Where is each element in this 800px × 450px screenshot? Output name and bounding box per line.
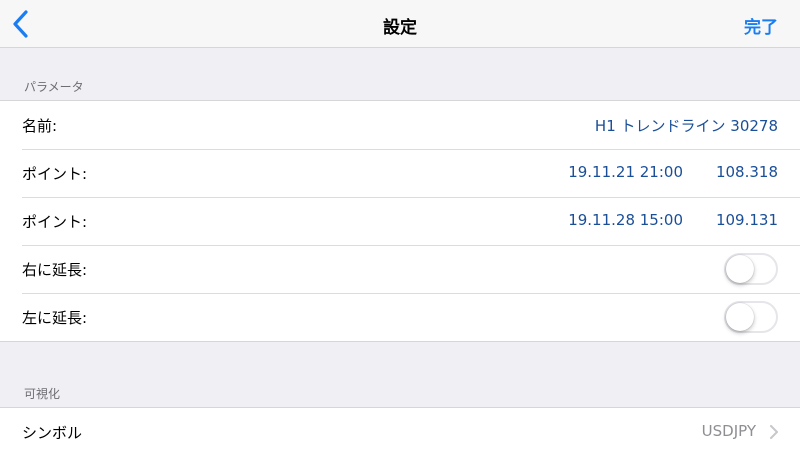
extend-left-label: 左に延長: [22,309,88,327]
section-header-visualization: 可視化 [24,387,61,401]
point-1-time: 19.11.21 21:00 [568,163,683,181]
name-value: H1 トレンドライン 30278 [594,117,778,135]
extend-right-toggle[interactable] [724,253,778,285]
symbol-row[interactable]: シンボル USDJPY [0,408,800,450]
name-row[interactable]: 名前: H1 トレンドライン 30278 [0,101,800,149]
done-button[interactable]: 完了 [744,13,778,38]
point-row-1[interactable]: ポイント: 19.11.21 21:00 108.318 [0,149,800,197]
toggle-knob [726,255,754,283]
chevron-right-icon [770,425,778,439]
extend-left-row: 左に延長: [0,293,800,341]
point-row-2[interactable]: ポイント: 19.11.28 15:00 109.131 [0,197,800,245]
extend-right-label: 右に延長: [22,261,88,279]
name-label: 名前: [22,117,58,135]
section-header-parameters: パラメータ [24,80,84,94]
extend-left-toggle[interactable] [724,301,778,333]
toggle-knob [726,303,754,331]
point-1-price: 108.318 [715,163,778,181]
symbol-value: USDJPY [701,422,756,440]
visualization-group: シンボル USDJPY [0,407,800,450]
symbol-label: シンボル [22,424,83,442]
extend-right-row: 右に延長: [0,245,800,293]
point-2-label: ポイント: [22,213,88,231]
navigation-bar: 設定 完了 [0,0,800,48]
point-2-time: 19.11.28 15:00 [568,211,683,229]
parameters-group: 名前: H1 トレンドライン 30278 ポイント: 19.11.21 21:0… [0,100,800,342]
point-1-label: ポイント: [22,165,88,183]
page-title: 設定 [383,18,417,38]
point-2-price: 109.131 [715,211,778,229]
